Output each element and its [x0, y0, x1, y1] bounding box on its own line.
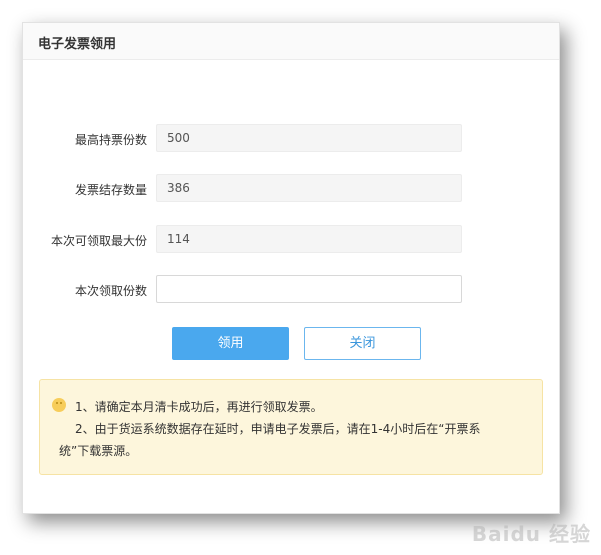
field-row-max-claimable: 本次可领取最大份 114	[23, 225, 559, 255]
notice-line-3: 统”下载票源。	[59, 444, 138, 458]
stock-quantity-field: 386	[156, 174, 462, 202]
dialog-title: 电子发票领用	[38, 37, 117, 52]
field-label-max-claimable: 本次可领取最大份	[50, 234, 147, 248]
field-label-stock: 发票结存数量	[74, 183, 147, 197]
field-row-claim-count: 本次领取份数	[23, 275, 559, 305]
field-label-claim-count: 本次领取份数	[74, 284, 147, 298]
notice-box: 1、请确定本月清卡成功后，再进行领取发票。 2、由于货运系统数据存在延时，申请电…	[39, 379, 543, 475]
claim-count-input[interactable]	[156, 275, 462, 303]
field-row-max-tickets: 最高持票份数 500	[23, 124, 559, 154]
field-row-stock: 发票结存数量 386	[23, 174, 559, 204]
notice-line-2: 2、由于货运系统数据存在延时，申请电子发票后，请在1-4小时后在“开票系	[75, 422, 481, 436]
claim-button[interactable]: 领用	[172, 327, 289, 360]
smile-icon	[52, 398, 66, 412]
invoice-dialog: 电子发票领用 最高持票份数 500 发票结存数量 386 本次可领取最大份 11…	[22, 22, 560, 514]
dialog-header: 电子发票领用	[23, 23, 559, 60]
notice-line-1: 1、请确定本月清卡成功后，再进行领取发票。	[75, 400, 323, 414]
max-tickets-field: 500	[156, 124, 462, 152]
close-button[interactable]: 关闭	[304, 327, 421, 360]
max-claimable-field: 114	[156, 225, 462, 253]
field-label-max-tickets: 最高持票份数	[74, 133, 147, 147]
watermark: Baidu 经验	[471, 522, 591, 546]
